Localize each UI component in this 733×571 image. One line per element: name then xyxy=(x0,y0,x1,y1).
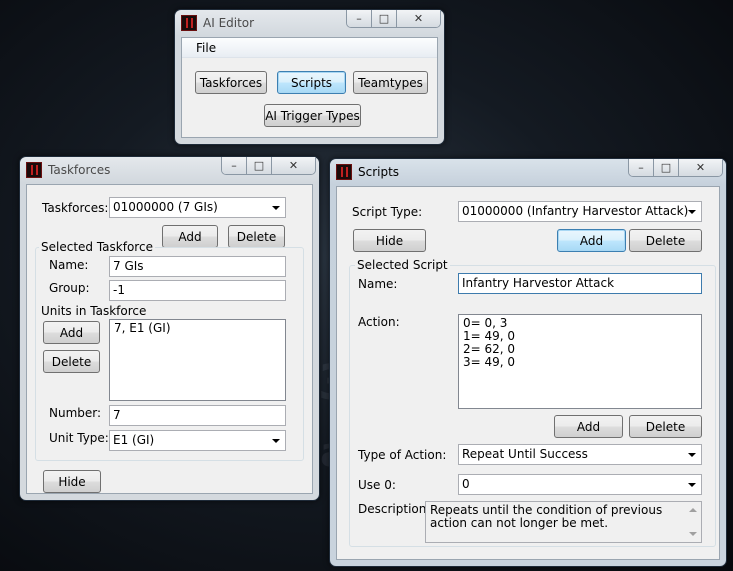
taskforce-delete-button[interactable]: Delete xyxy=(228,225,285,248)
unit-delete-button[interactable]: Delete xyxy=(43,350,100,373)
description-scrollbar[interactable] xyxy=(685,502,701,542)
taskforce-name-field[interactable]: 7 GIs xyxy=(109,256,286,277)
action-delete-button[interactable]: Delete xyxy=(629,415,702,438)
unit-type-label: Unit Type: xyxy=(49,431,109,445)
scroll-up-icon[interactable] xyxy=(689,508,697,512)
close-button[interactable]: ✕ xyxy=(272,157,315,174)
app-icon xyxy=(336,164,352,180)
use0-dropdown-value: 0 xyxy=(462,477,470,491)
scripts-button[interactable]: Scripts xyxy=(277,71,346,94)
minimize-button[interactable]: – xyxy=(222,157,247,174)
taskforces-titlebar[interactable]: Taskforces – □ ✕ xyxy=(20,157,319,183)
use0-dropdown[interactable]: 0 xyxy=(458,474,702,495)
close-button[interactable]: ✕ xyxy=(397,10,440,27)
teamtypes-button[interactable]: Teamtypes xyxy=(353,71,428,94)
taskforces-client: Taskforces: 01000000 (7 GIs) Add Delete … xyxy=(26,184,313,494)
caption-buttons: – □ ✕ xyxy=(628,159,723,177)
list-item[interactable]: 7, E1 (GI) xyxy=(114,322,281,335)
scripts-client: Script Type: 01000000 (Infantry Harvesto… xyxy=(336,186,720,560)
type-of-action-dropdown[interactable]: Repeat Until Success xyxy=(458,444,702,465)
unit-type-dropdown-value: E1 (GI) xyxy=(113,433,155,447)
script-type-label: Script Type: xyxy=(352,205,423,219)
menu-file[interactable]: File xyxy=(196,41,216,55)
taskforce-name-label: Name: xyxy=(49,258,89,272)
ai-editor-window: AI Editor – □ ✕ File Taskforces Scripts … xyxy=(174,9,445,145)
taskforce-hide-button[interactable]: Hide xyxy=(43,470,101,493)
maximize-button[interactable]: □ xyxy=(654,159,679,176)
taskforce-add-button[interactable]: Add xyxy=(162,225,218,248)
script-add-button[interactable]: Add xyxy=(557,229,626,252)
scripts-titlebar[interactable]: Scripts – □ ✕ xyxy=(330,159,726,185)
chevron-down-icon[interactable] xyxy=(688,210,696,214)
script-type-dropdown[interactable]: 01000000 (Infantry Harvestor Attack) xyxy=(458,201,702,222)
menu-bar: File xyxy=(182,38,437,58)
taskforces-label: Taskforces: xyxy=(42,201,109,215)
scripts-window: Scripts – □ ✕ Script Type: 01000000 (Inf… xyxy=(329,158,727,567)
description-label: Description: xyxy=(358,502,431,516)
taskforce-group-label: Group: xyxy=(49,281,90,295)
type-of-action-label: Type of Action: xyxy=(358,448,447,462)
description-box[interactable]: Repeats until the condition of previous … xyxy=(425,501,702,543)
use0-label: Use 0: xyxy=(358,478,396,492)
minimize-button[interactable]: – xyxy=(347,10,372,27)
taskforces-dropdown[interactable]: 01000000 (7 GIs) xyxy=(109,197,286,218)
script-hide-button[interactable]: Hide xyxy=(353,229,426,252)
taskforces-window: Taskforces – □ ✕ Taskforces: 01000000 (7… xyxy=(19,156,320,501)
unit-add-button[interactable]: Add xyxy=(43,321,100,344)
maximize-button[interactable]: □ xyxy=(247,157,272,174)
script-type-dropdown-value: 01000000 (Infantry Harvestor Attack) xyxy=(462,204,689,218)
minimize-button[interactable]: – xyxy=(629,159,654,176)
unit-type-dropdown[interactable]: E1 (GI) xyxy=(109,430,286,451)
ai-editor-client: File Taskforces Scripts Teamtypes AI Tri… xyxy=(181,37,438,138)
close-button[interactable]: ✕ xyxy=(679,159,722,176)
chevron-down-icon[interactable] xyxy=(688,483,696,487)
taskforces-button[interactable]: Taskforces xyxy=(195,71,267,94)
units-list[interactable]: 7, E1 (GI) xyxy=(109,319,286,401)
list-item[interactable]: 3= 49, 0 xyxy=(463,356,697,369)
script-name-field[interactable]: Infantry Harvestor Attack xyxy=(458,273,702,294)
action-add-button[interactable]: Add xyxy=(554,415,623,438)
number-label: Number: xyxy=(49,406,102,420)
action-label: Action: xyxy=(358,315,400,329)
app-icon xyxy=(181,15,197,31)
ai-editor-titlebar[interactable]: AI Editor – □ ✕ xyxy=(175,10,444,36)
units-in-taskforce-label: Units in Taskforce xyxy=(41,304,147,318)
window-title: AI Editor xyxy=(203,16,255,30)
type-of-action-dropdown-value: Repeat Until Success xyxy=(462,447,588,461)
caption-buttons: – □ ✕ xyxy=(346,10,441,28)
app-icon xyxy=(26,162,42,178)
caption-buttons: – □ ✕ xyxy=(221,157,316,175)
selected-script-group-title: Selected Script xyxy=(355,258,450,272)
ai-trigger-types-button[interactable]: AI Trigger Types xyxy=(264,104,361,127)
selected-taskforce-group-title: Selected Taskforce xyxy=(39,240,155,254)
chevron-down-icon[interactable] xyxy=(688,453,696,457)
scroll-down-icon[interactable] xyxy=(689,532,697,536)
script-name-label: Name: xyxy=(358,277,398,291)
taskforces-dropdown-value: 01000000 (7 GIs) xyxy=(113,200,218,214)
taskforce-group-field[interactable]: -1 xyxy=(109,280,286,301)
chevron-down-icon[interactable] xyxy=(272,206,280,210)
window-title: Scripts xyxy=(358,165,400,179)
description-text: Repeats until the condition of previous … xyxy=(430,503,663,530)
number-field[interactable]: 7 xyxy=(109,405,286,426)
action-list[interactable]: 0= 0, 3 1= 49, 0 2= 62, 0 3= 49, 0 xyxy=(458,314,702,409)
chevron-down-icon[interactable] xyxy=(272,439,280,443)
maximize-button[interactable]: □ xyxy=(372,10,397,27)
script-delete-button[interactable]: Delete xyxy=(629,229,702,252)
window-title: Taskforces xyxy=(48,163,111,177)
